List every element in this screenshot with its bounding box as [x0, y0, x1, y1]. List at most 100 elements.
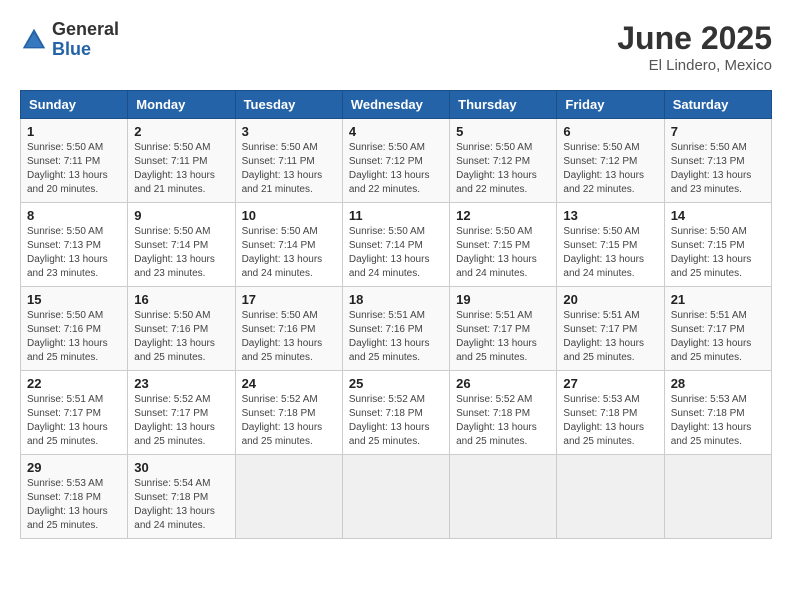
- header-cell-saturday: Saturday: [664, 91, 771, 119]
- day-cell: 26 Sunrise: 5:52 AM Sunset: 7:18 PM Dayli…: [450, 371, 557, 455]
- day-number: 7: [671, 124, 765, 139]
- day-info: Sunrise: 5:50 AM Sunset: 7:13 PM Dayligh…: [27, 225, 121, 281]
- day-info: Sunrise: 5:50 AM Sunset: 7:15 PM Dayligh…: [456, 225, 550, 281]
- day-number: 12: [456, 208, 550, 223]
- day-number: 26: [456, 376, 550, 391]
- day-cell: 23Sunrise: 5:52 AM Sunset: 7:17 PM Dayli…: [128, 371, 235, 455]
- day-cell: 2 Sunrise: 5:50 AM Sunset: 7:11 PM Daylig…: [128, 119, 235, 203]
- week-row-1: 1 Sunrise: 5:50 AM Sunset: 7:11 PM Daylig…: [21, 119, 772, 203]
- day-number: 16: [134, 292, 228, 307]
- day-number: 14: [671, 208, 765, 223]
- day-number: 24: [242, 376, 336, 391]
- day-info: Sunrise: 5:50 AM Sunset: 7:13 PM Dayligh…: [671, 141, 765, 197]
- day-info: Sunrise: 5:50 AM Sunset: 7:14 PM Dayligh…: [349, 225, 443, 281]
- day-cell: 21 Sunrise: 5:51 AM Sunset: 7:17 PM Dayli…: [664, 287, 771, 371]
- logo-general: General: [52, 20, 119, 40]
- day-info: Sunrise: 5:50 AM Sunset: 7:11 PM Dayligh…: [134, 141, 228, 197]
- day-number: 10: [242, 208, 336, 223]
- day-info: Sunrise: 5:50 AM Sunset: 7:16 PM Dayligh…: [242, 309, 336, 365]
- day-info: Sunrise: 5:54 AM Sunset: 7:18 PM Dayligh…: [134, 477, 228, 533]
- header-cell-friday: Friday: [557, 91, 664, 119]
- day-number: 25: [349, 376, 443, 391]
- day-info: Sunrise: 5:50 AM Sunset: 7:12 PM Dayligh…: [349, 141, 443, 197]
- day-info: Sunrise: 5:50 AM Sunset: 7:14 PM Dayligh…: [242, 225, 336, 281]
- day-cell: 11 Sunrise: 5:50 AM Sunset: 7:14 PM Dayli…: [342, 203, 449, 287]
- logo-blue: Blue: [52, 40, 119, 60]
- header-cell-tuesday: Tuesday: [235, 91, 342, 119]
- day-info: Sunrise: 5:53 AM Sunset: 7:18 PM Dayligh…: [27, 477, 121, 533]
- header-cell-monday: Monday: [128, 91, 235, 119]
- day-cell: 1 Sunrise: 5:50 AM Sunset: 7:11 PM Daylig…: [21, 119, 128, 203]
- day-cell: [342, 455, 449, 539]
- logo-icon: [20, 26, 48, 54]
- day-info: Sunrise: 5:53 AM Sunset: 7:18 PM Dayligh…: [563, 393, 657, 449]
- day-number: 15: [27, 292, 121, 307]
- day-number: 4: [349, 124, 443, 139]
- day-info: Sunrise: 5:50 AM Sunset: 7:14 PM Dayligh…: [134, 225, 228, 281]
- calendar-table: SundayMondayTuesdayWednesdayThursdayFrid…: [20, 90, 772, 539]
- day-cell: 7 Sunrise: 5:50 AM Sunset: 7:13 PM Daylig…: [664, 119, 771, 203]
- day-number: 28: [671, 376, 765, 391]
- day-info: Sunrise: 5:53 AM Sunset: 7:18 PM Dayligh…: [671, 393, 765, 449]
- day-cell: 9Sunrise: 5:50 AM Sunset: 7:14 PM Daylig…: [128, 203, 235, 287]
- header-cell-wednesday: Wednesday: [342, 91, 449, 119]
- day-cell: 30 Sunrise: 5:54 AM Sunset: 7:18 PM Dayli…: [128, 455, 235, 539]
- day-number: 17: [242, 292, 336, 307]
- day-info: Sunrise: 5:51 AM Sunset: 7:17 PM Dayligh…: [563, 309, 657, 365]
- day-number: 3: [242, 124, 336, 139]
- day-number: 21: [671, 292, 765, 307]
- day-cell: 14 Sunrise: 5:50 AM Sunset: 7:15 PM Dayli…: [664, 203, 771, 287]
- week-row-4: 22Sunrise: 5:51 AM Sunset: 7:17 PM Dayli…: [21, 371, 772, 455]
- day-info: Sunrise: 5:50 AM Sunset: 7:12 PM Dayligh…: [456, 141, 550, 197]
- day-number: 8: [27, 208, 121, 223]
- week-row-2: 8 Sunrise: 5:50 AM Sunset: 7:13 PM Daylig…: [21, 203, 772, 287]
- header: General Blue June 2025 El Lindero, Mexic…: [20, 20, 772, 74]
- day-cell: 8 Sunrise: 5:50 AM Sunset: 7:13 PM Daylig…: [21, 203, 128, 287]
- day-cell: 12 Sunrise: 5:50 AM Sunset: 7:15 PM Dayli…: [450, 203, 557, 287]
- day-cell: [450, 455, 557, 539]
- header-cell-sunday: Sunday: [21, 91, 128, 119]
- day-cell: 29Sunrise: 5:53 AM Sunset: 7:18 PM Dayli…: [21, 455, 128, 539]
- day-info: Sunrise: 5:52 AM Sunset: 7:18 PM Dayligh…: [242, 393, 336, 449]
- day-number: 6: [563, 124, 657, 139]
- day-cell: 10 Sunrise: 5:50 AM Sunset: 7:14 PM Dayli…: [235, 203, 342, 287]
- calendar-header-row: SundayMondayTuesdayWednesdayThursdayFrid…: [21, 91, 772, 119]
- calendar-body: 1 Sunrise: 5:50 AM Sunset: 7:11 PM Daylig…: [21, 119, 772, 539]
- calendar-title: June 2025: [617, 20, 772, 57]
- day-cell: [664, 455, 771, 539]
- day-info: Sunrise: 5:51 AM Sunset: 7:17 PM Dayligh…: [456, 309, 550, 365]
- day-number: 20: [563, 292, 657, 307]
- day-number: 11: [349, 208, 443, 223]
- day-number: 27: [563, 376, 657, 391]
- week-row-5: 29Sunrise: 5:53 AM Sunset: 7:18 PM Dayli…: [21, 455, 772, 539]
- day-info: Sunrise: 5:50 AM Sunset: 7:11 PM Dayligh…: [242, 141, 336, 197]
- day-cell: 17 Sunrise: 5:50 AM Sunset: 7:16 PM Dayli…: [235, 287, 342, 371]
- day-number: 19: [456, 292, 550, 307]
- day-info: Sunrise: 5:50 AM Sunset: 7:12 PM Dayligh…: [563, 141, 657, 197]
- day-cell: 22Sunrise: 5:51 AM Sunset: 7:17 PM Dayli…: [21, 371, 128, 455]
- day-info: Sunrise: 5:50 AM Sunset: 7:15 PM Dayligh…: [563, 225, 657, 281]
- day-info: Sunrise: 5:50 AM Sunset: 7:16 PM Dayligh…: [134, 309, 228, 365]
- day-info: Sunrise: 5:52 AM Sunset: 7:18 PM Dayligh…: [456, 393, 550, 449]
- day-cell: 6 Sunrise: 5:50 AM Sunset: 7:12 PM Daylig…: [557, 119, 664, 203]
- day-number: 13: [563, 208, 657, 223]
- day-cell: 4 Sunrise: 5:50 AM Sunset: 7:12 PM Daylig…: [342, 119, 449, 203]
- day-number: 2: [134, 124, 228, 139]
- day-cell: 13 Sunrise: 5:50 AM Sunset: 7:15 PM Dayli…: [557, 203, 664, 287]
- day-cell: 15Sunrise: 5:50 AM Sunset: 7:16 PM Dayli…: [21, 287, 128, 371]
- title-area: June 2025 El Lindero, Mexico: [617, 20, 772, 74]
- day-cell: 3 Sunrise: 5:50 AM Sunset: 7:11 PM Daylig…: [235, 119, 342, 203]
- calendar-subtitle: El Lindero, Mexico: [617, 57, 772, 74]
- day-cell: 5 Sunrise: 5:50 AM Sunset: 7:12 PM Daylig…: [450, 119, 557, 203]
- day-number: 30: [134, 460, 228, 475]
- day-info: Sunrise: 5:50 AM Sunset: 7:11 PM Dayligh…: [27, 141, 121, 197]
- day-info: Sunrise: 5:50 AM Sunset: 7:15 PM Dayligh…: [671, 225, 765, 281]
- day-cell: [557, 455, 664, 539]
- day-info: Sunrise: 5:51 AM Sunset: 7:16 PM Dayligh…: [349, 309, 443, 365]
- logo: General Blue: [20, 20, 119, 60]
- day-info: Sunrise: 5:51 AM Sunset: 7:17 PM Dayligh…: [671, 309, 765, 365]
- day-number: 5: [456, 124, 550, 139]
- logo-text: General Blue: [52, 20, 119, 60]
- day-number: 1: [27, 124, 121, 139]
- header-cell-thursday: Thursday: [450, 91, 557, 119]
